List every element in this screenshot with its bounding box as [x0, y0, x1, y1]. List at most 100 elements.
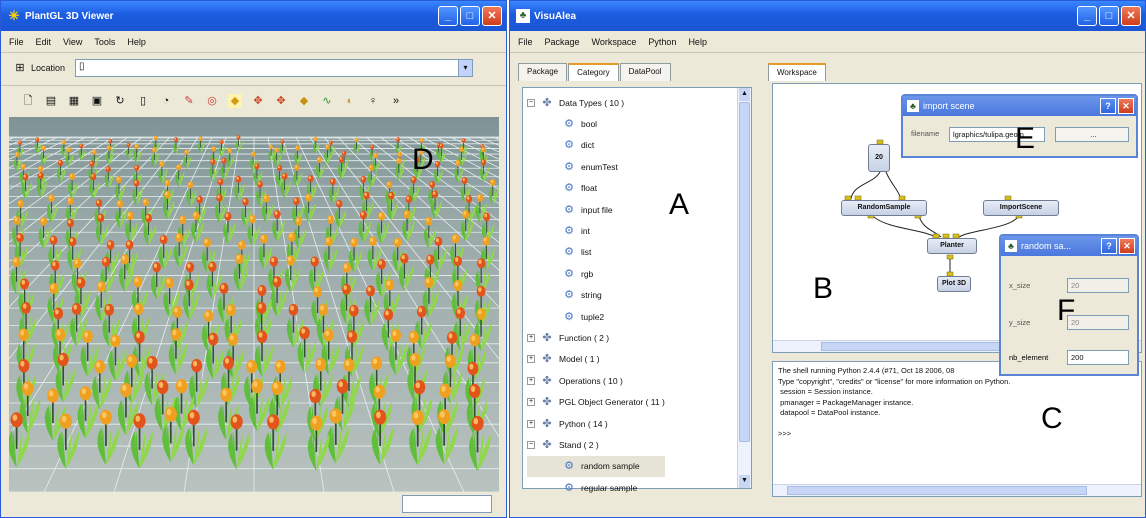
tree-item[interactable]: ⚙ regular sample — [527, 477, 665, 498]
menu-file[interactable]: File — [9, 37, 24, 47]
location-dropdown-icon[interactable]: ▾ — [458, 60, 473, 76]
help-button[interactable]: ? — [1100, 98, 1116, 114]
minimize-button[interactable]: _ — [1077, 6, 1097, 26]
scroll-thumb[interactable] — [739, 102, 750, 442]
collapse-icon[interactable]: − — [527, 98, 535, 107]
close-button[interactable]: ✕ — [482, 6, 502, 26]
menu-python[interactable]: Python — [648, 37, 676, 47]
tree-category[interactable]: + ✤ PGL Object Generator ( 11 ) — [527, 391, 665, 412]
node-plot-3d[interactable]: Plot 3D — [937, 276, 971, 292]
page-icon[interactable]: ▯ — [136, 94, 150, 108]
tree-category[interactable]: + ✤ Model ( 1 ) — [527, 349, 665, 370]
tree-item[interactable]: ⚙ random sample — [527, 455, 665, 478]
browse-button[interactable]: ... — [1055, 127, 1129, 142]
dialog-titlebar[interactable]: ♣ import scene ? ✕ — [903, 96, 1136, 116]
camera-right-icon[interactable]: ◆ — [297, 94, 311, 108]
target-icon[interactable]: ◎ — [205, 94, 219, 108]
open-icon[interactable]: ▤ — [44, 94, 58, 108]
tree-item[interactable]: ⚙ dict — [527, 135, 665, 156]
bulb-icon[interactable]: ♀ — [366, 94, 380, 108]
tree-category[interactable]: + ✤ Operations ( 10 ) — [527, 370, 665, 391]
expand-icon[interactable]: + — [527, 355, 535, 364]
tree-item[interactable]: ⚙ int — [527, 220, 665, 241]
close-button[interactable]: ✕ — [1118, 98, 1134, 114]
package-tabs: Package Category DataPool — [518, 63, 671, 81]
tree-item-label: float — [581, 183, 598, 194]
tree-item[interactable]: ⚙ list — [527, 242, 665, 263]
scroll-down-icon[interactable]: ▼ — [739, 475, 750, 488]
tree-item[interactable]: ⚙ float — [527, 178, 665, 199]
tree-item[interactable]: ⚙ enumTest — [527, 156, 665, 177]
location-label: Location — [31, 63, 66, 73]
viewer-toolbar: 🗋 ▤ ▦ ▣ ↻ ▯ ◔ ✎ ◎ ◆ ✥ ✥ ◆ ∿ ◐ ♀ » — [1, 85, 506, 115]
menu-file[interactable]: File — [518, 37, 533, 47]
tree-category[interactable]: − ✤ Stand ( 2 ) — [527, 434, 665, 455]
floppy-icon[interactable]: ▦ — [67, 94, 81, 108]
frame-icon[interactable]: ▣ — [90, 94, 104, 108]
tree-item-label: Function ( 2 ) — [559, 332, 610, 343]
node-planter[interactable]: Planter — [927, 238, 977, 254]
maximize-button[interactable]: □ — [1099, 6, 1119, 26]
minimize-button[interactable]: _ — [438, 6, 458, 26]
camera-top-icon[interactable]: ✥ — [274, 94, 288, 108]
location-input[interactable]: ▯ ▾ — [75, 59, 474, 77]
import-scene-dialog: ♣ import scene ? ✕ filename lgraphics/tul… — [901, 94, 1138, 158]
axis-icon[interactable]: ∿ — [320, 94, 334, 108]
expand-icon[interactable]: + — [527, 398, 535, 407]
nb-element-input[interactable]: 200 — [1067, 350, 1129, 365]
tree-scrollbar[interactable]: ▲ ▼ — [737, 88, 751, 488]
tree-category[interactable]: − ✤ Data Types ( 10 ) — [527, 92, 665, 113]
menu-edit[interactable]: Edit — [36, 37, 52, 47]
light-icon[interactable]: ◐ — [343, 94, 357, 108]
tree-item[interactable]: ⚙ bool — [527, 113, 665, 134]
brush-icon[interactable]: ✎ — [182, 94, 196, 108]
close-button[interactable]: ✕ — [1119, 238, 1135, 254]
tab-datapool[interactable]: DataPool — [619, 63, 671, 81]
category-tree-panel: − ✤ Data Types ( 10 ) ⚙ bool ⚙ dict ⚙ enumTest ⚙ f… — [522, 87, 752, 494]
menu-view[interactable]: View — [63, 37, 82, 47]
viewer-titlebar[interactable]: ✳ PlantGL 3D Viewer _ □ ✕ — [1, 1, 506, 31]
camera-left-icon[interactable]: ✥ — [251, 94, 265, 108]
tree-item[interactable]: ⚙ rgb — [527, 263, 665, 284]
close-button[interactable]: ✕ — [1121, 6, 1141, 26]
3d-scene-canvas[interactable]: D — [9, 117, 499, 492]
node-20[interactable]: 20 — [868, 144, 890, 172]
scroll-thumb[interactable] — [787, 486, 1087, 495]
scroll-up-icon[interactable]: ▲ — [739, 88, 750, 101]
menu-package[interactable]: Package — [545, 37, 580, 47]
menu-workspace[interactable]: Workspace — [592, 37, 637, 47]
visualea-titlebar[interactable]: ♣ VisuAlea _ □ ✕ — [510, 1, 1145, 31]
python-shell[interactable]: The shell running Python 2.4.4 (#71, Oct… — [772, 361, 1142, 497]
help-button[interactable]: ? — [1101, 238, 1117, 254]
visualea-logo-icon: ♣ — [516, 9, 530, 23]
camera-front-icon[interactable]: ◆ — [228, 93, 242, 108]
maximize-button[interactable]: □ — [460, 6, 480, 26]
expand-icon[interactable]: + — [527, 376, 535, 385]
node-import-scene[interactable]: ImportScene — [983, 200, 1059, 216]
tree-category[interactable]: + ✤ Function ( 2 ) — [527, 327, 665, 348]
tree-item[interactable]: ⚙ input file — [527, 199, 665, 220]
tree-item-label: random sample — [581, 461, 640, 472]
menu-help[interactable]: Help — [127, 37, 146, 47]
collapse-icon[interactable]: − — [527, 440, 535, 449]
menu-help[interactable]: Help — [688, 37, 707, 47]
shell-scrollbar[interactable] — [773, 484, 1141, 496]
expand-icon[interactable]: + — [527, 419, 535, 428]
info-icon[interactable]: ◔ — [159, 94, 173, 108]
expand-icon[interactable]: + — [527, 333, 535, 342]
tab-package[interactable]: Package — [518, 63, 568, 81]
menu-tools[interactable]: Tools — [94, 37, 115, 47]
refresh-icon[interactable]: ↻ — [113, 94, 127, 108]
tree-item[interactable]: ⚙ tuple2 — [527, 306, 665, 327]
tree-category[interactable]: + ✤ Python ( 14 ) — [527, 413, 665, 434]
more-icon[interactable]: » — [389, 94, 403, 108]
tab-workspace[interactable]: Workspace — [768, 63, 826, 81]
dialog-titlebar[interactable]: ♣ random sa... ? ✕ — [1001, 236, 1137, 256]
save-icon[interactable]: 🗋 — [21, 94, 35, 108]
x-size-label: x_size — [1009, 281, 1031, 290]
tab-category[interactable]: Category — [568, 63, 619, 81]
node-random-sample[interactable]: RandomSample — [841, 200, 927, 216]
region-label-e: E — [1015, 122, 1036, 155]
tree-item[interactable]: ⚙ string — [527, 285, 665, 306]
scroll-thumb[interactable] — [821, 342, 1011, 351]
